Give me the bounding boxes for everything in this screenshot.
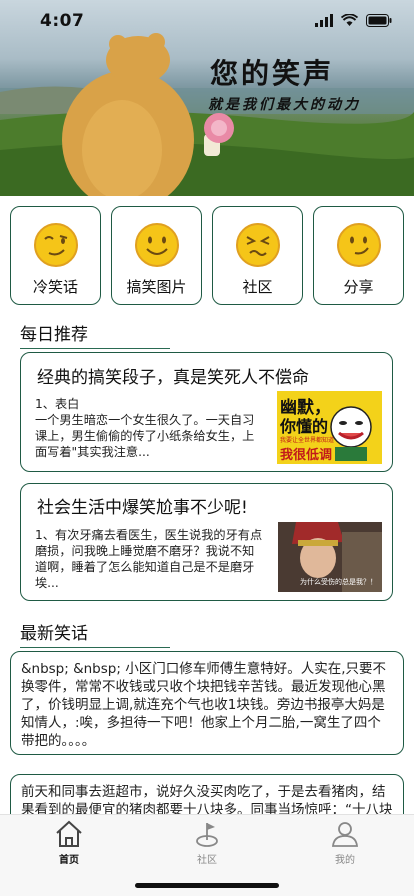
status-bar: 4:07 [0,0,414,44]
recommend-excerpt: 1、表白 一个男生暗恋一个女生很久了。一天自习课上，男生偷偷的传了小纸条给女生，… [35,397,255,459]
recommend-thumbnail: 为什么受伤的总是我？！ [278,522,382,592]
category-label: 社区 [242,278,273,296]
thumb-caption: 为什么受伤的总是我？！ [300,578,377,586]
tab-label: 我的 [335,855,355,866]
signal-icon [315,14,333,27]
status-time: 4:07 [40,11,85,31]
recommend-excerpt: 1、有次牙痛去看医生，医生说我的牙有点磨损，问我晚上睡觉磨不磨牙？我说不知道啊，… [35,528,263,590]
battery-icon [366,14,392,27]
category-label: 冷笑话 [32,278,78,296]
section-title: 最新笑话 [20,624,88,644]
tab-label: 社区 [197,855,217,866]
wry-smile-face-icon [336,223,381,267]
daily-section-header: 每日推荐 [20,320,170,349]
banner-subtitle: 就是我们最大的动力 [208,97,361,113]
wifi-icon [341,14,358,26]
tab-label: 首页 [59,855,79,866]
category-label: 搞笑图片 [126,278,187,296]
tab-bar: 首页 社区 我的 [0,814,414,896]
profile-icon [332,822,358,847]
category-cold-jokes[interactable]: 冷笑话 [10,206,101,305]
category-grid: 冷笑话 搞笑图片 社区 分享 [10,206,404,305]
thumb-text-small: 我要让全世界都知道 [280,437,335,444]
tab-profile[interactable]: 我的 [290,815,400,896]
category-community[interactable]: 社区 [212,206,303,305]
category-funny-pictures[interactable]: 搞笑图片 [111,206,202,305]
recommend-thumbnail: 幽默， 你懂的 我要让全世界都知道 我很低调 [277,391,382,464]
recommend-card[interactable]: 经典的搞笑段子，真是笑死人不偿命 1、表白 一个男生暗恋一个女生很久了。一天自习… [20,352,393,472]
joke-card[interactable]: &nbsp; &nbsp; 小区门口修车师傅生意特好。人实在,只要不换零件，常常… [10,651,404,755]
category-share[interactable]: 分享 [313,206,404,305]
thumb-text-mid: 你懂的 [280,417,329,436]
recommend-title: 社会生活中爆笑尬事不少呢! [37,498,248,518]
tab-home[interactable]: 首页 [14,815,124,896]
home-icon [56,820,82,847]
section-title: 每日推荐 [20,325,88,345]
thumb-text-bottom: 我很低调 [280,448,333,463]
smirk-face-icon [33,223,78,267]
recommend-title: 经典的搞笑段子，真是笑死人不偿命 [37,368,309,388]
latest-section-header: 最新笑话 [20,619,170,648]
home-indicator [135,883,279,888]
squint-face-icon [235,223,280,267]
category-label: 分享 [343,278,374,296]
recommend-card[interactable]: 社会生活中爆笑尬事不少呢! 1、有次牙痛去看医生，医生说我的牙有点磨损，问我晚上… [20,483,393,601]
joke-text: &nbsp; &nbsp; 小区门口修车师傅生意特好。人实在,只要不换零件，常常… [21,661,386,749]
smile-face-icon [134,223,179,267]
community-icon [196,823,218,847]
banner-title: 您的笑声 [210,57,335,90]
